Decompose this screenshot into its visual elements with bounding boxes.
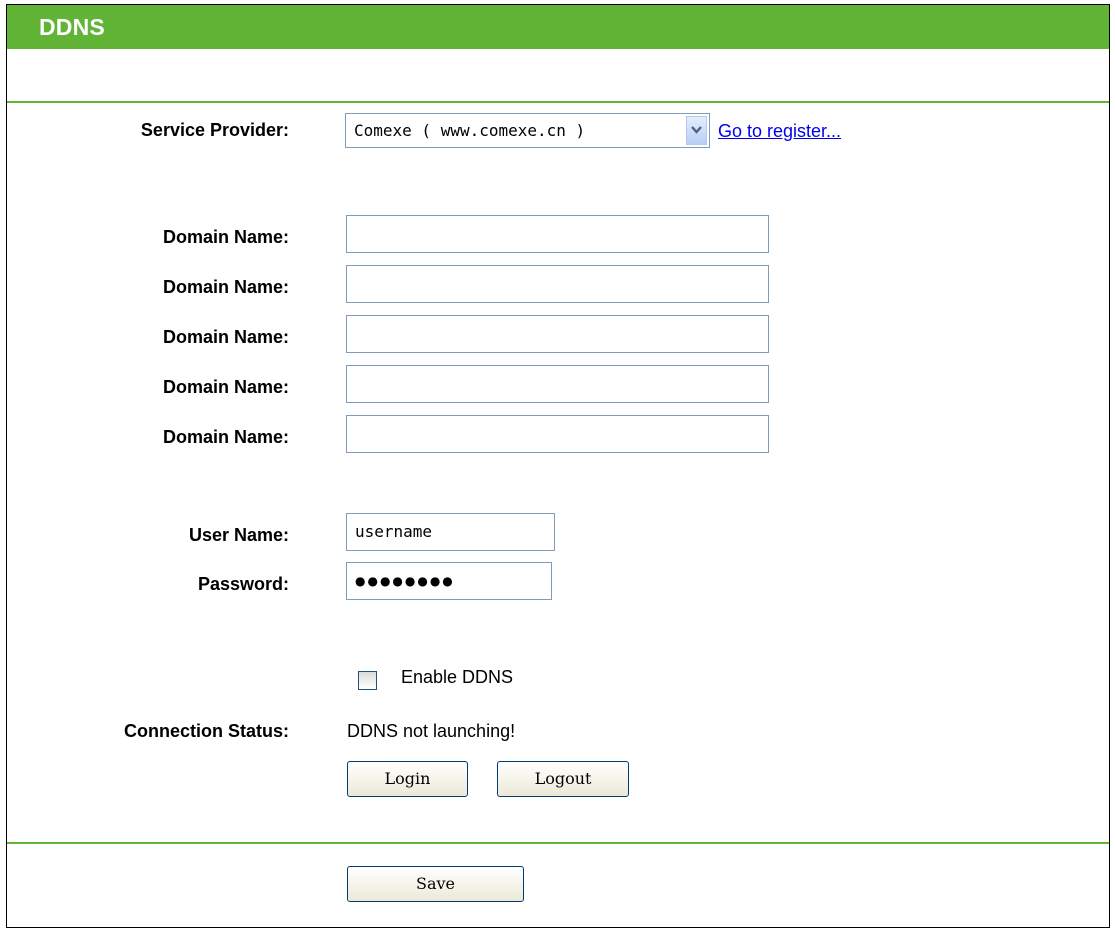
connection-status-value: DDNS not launching!	[347, 721, 516, 741]
username-field[interactable]: username	[346, 513, 555, 551]
domain-name-field[interactable]	[346, 415, 769, 453]
chevron-down-icon[interactable]	[686, 116, 707, 145]
domain-name-field[interactable]	[346, 365, 769, 403]
ddns-panel: DDNS Service Provider: Comexe ( www.come…	[6, 4, 1110, 928]
top-divider	[7, 101, 1109, 103]
domain-name-field[interactable]	[346, 265, 769, 303]
register-link[interactable]: Go to register...	[718, 121, 841, 142]
domain-name-field[interactable]	[346, 215, 769, 253]
domain-name-label: Domain Name:	[162, 377, 289, 397]
service-provider-select[interactable]: Comexe ( www.comexe.cn )	[345, 113, 710, 148]
service-provider-selected: Comexe ( www.comexe.cn )	[354, 121, 586, 140]
login-button[interactable]: Login	[347, 761, 468, 797]
logout-button[interactable]: Logout	[497, 761, 629, 797]
domain-name-label: Domain Name:	[162, 227, 289, 247]
bottom-divider	[7, 842, 1109, 844]
domain-name-field[interactable]	[346, 315, 769, 353]
enable-ddns-checkbox[interactable]	[358, 671, 377, 690]
domain-name-label: Domain Name:	[162, 277, 289, 297]
service-provider-label: Service Provider:	[140, 120, 289, 140]
enable-ddns-label: Enable DDNS	[401, 667, 514, 687]
page-title: DDNS	[39, 14, 105, 40]
domain-name-label: Domain Name:	[162, 427, 289, 447]
save-button[interactable]: Save	[347, 866, 524, 902]
domain-name-label: Domain Name:	[162, 327, 289, 347]
password-field[interactable]: ●●●●●●●●	[346, 562, 552, 600]
title-bar: DDNS	[7, 5, 1109, 49]
connection-status-label: Connection Status:	[124, 721, 289, 741]
password-label: Password:	[197, 574, 289, 594]
username-label: User Name:	[188, 525, 289, 545]
